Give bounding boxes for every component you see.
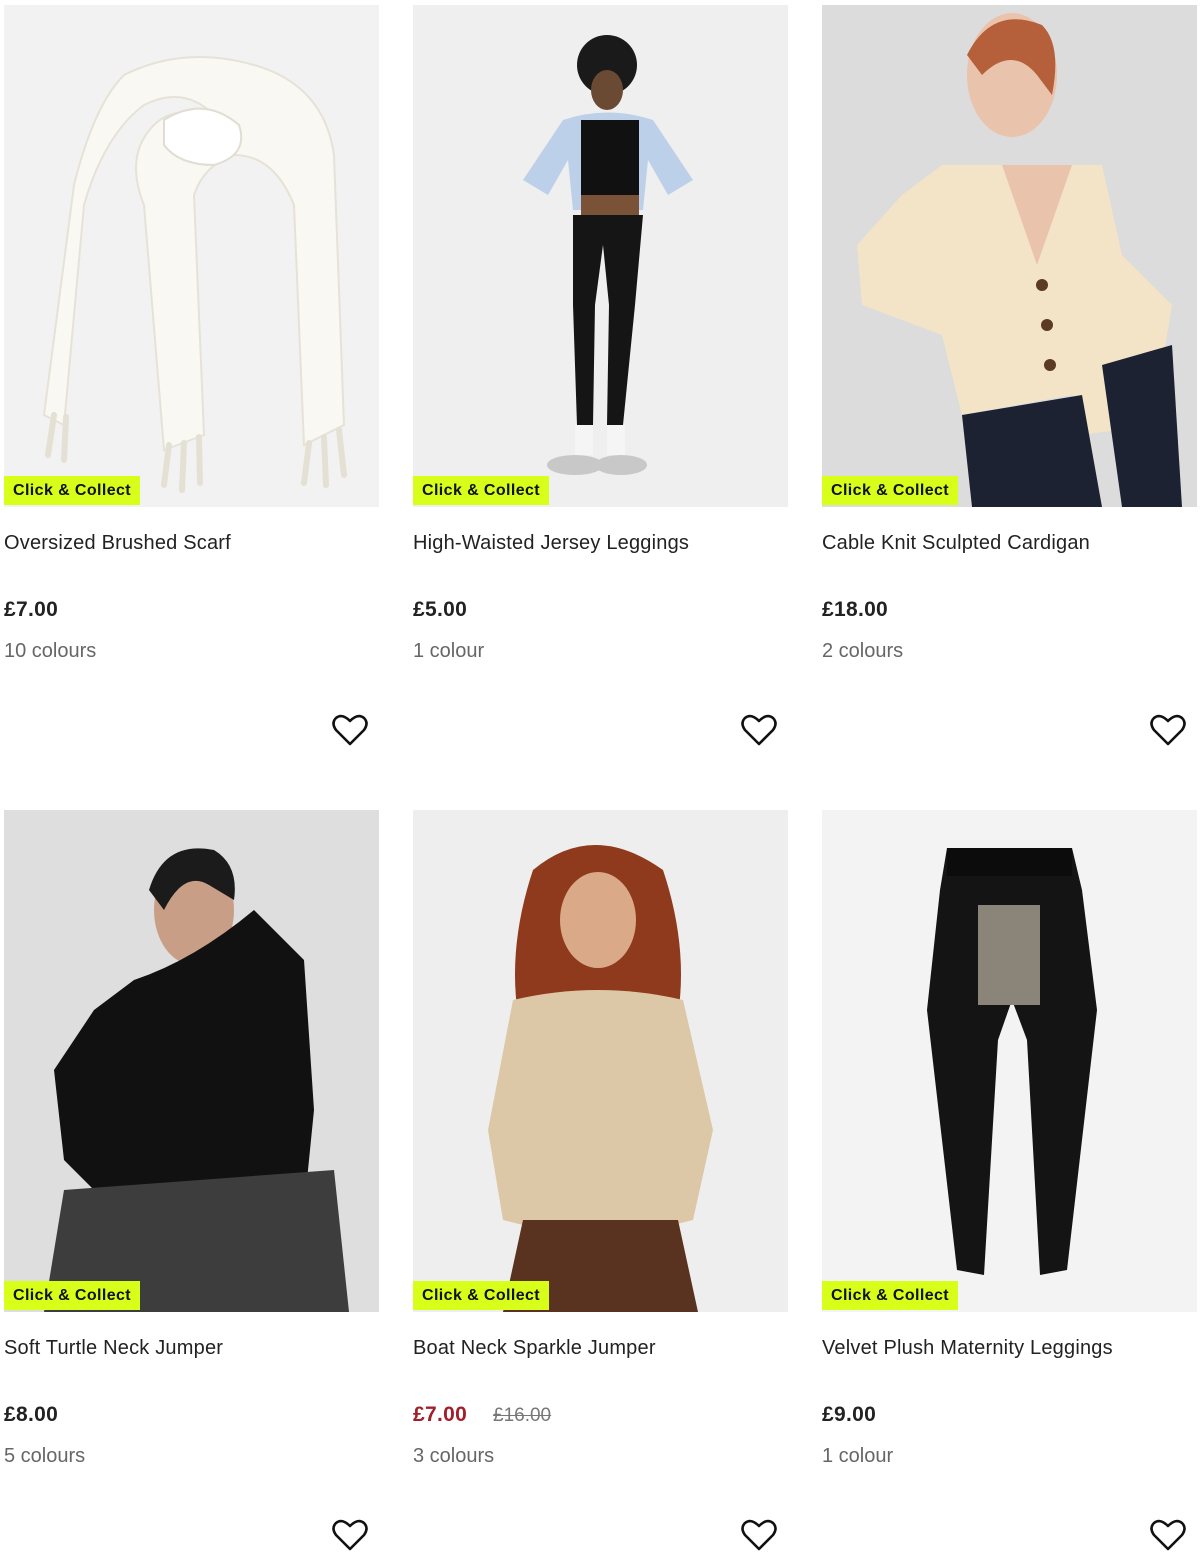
heart-icon — [332, 1519, 368, 1551]
product-price: £18.00 — [822, 598, 889, 621]
product-image[interactable]: Click & Collect — [4, 5, 379, 507]
colour-count[interactable]: 10 colours — [4, 640, 96, 663]
click-collect-badge: Click & Collect — [4, 476, 141, 505]
product-name[interactable]: Boat Neck Sparkle Jumper — [413, 1337, 656, 1360]
wishlist-button[interactable] — [1150, 713, 1186, 747]
colour-count[interactable]: 1 colour — [822, 1445, 893, 1468]
wishlist-button[interactable] — [1150, 1518, 1186, 1552]
original-price: £16.00 — [493, 1405, 552, 1426]
colour-count[interactable]: 5 colours — [4, 1445, 85, 1468]
product-name[interactable]: Velvet Plush Maternity Leggings — [822, 1337, 1113, 1360]
product-card[interactable]: Click & Collect Velvet Plush Maternity L… — [822, 810, 1197, 1551]
product-card[interactable]: Click & Collect Oversized Brushed Scarf … — [4, 5, 379, 746]
product-image[interactable]: Click & Collect — [822, 810, 1197, 1312]
wishlist-button[interactable] — [741, 1518, 777, 1552]
colour-count[interactable]: 3 colours — [413, 1445, 494, 1468]
black-leggings-model-image — [413, 5, 788, 507]
product-card[interactable]: Click & Collect Soft Turtle Neck Jumper … — [4, 810, 379, 1551]
black-maternity-leggings-image — [822, 810, 1197, 1312]
wishlist-button[interactable] — [332, 1518, 368, 1552]
product-image[interactable]: Click & Collect — [4, 810, 379, 1312]
black-turtleneck-model-image — [4, 810, 379, 1312]
click-collect-badge: Click & Collect — [4, 1281, 141, 1310]
click-collect-badge: Click & Collect — [413, 476, 550, 505]
cream-cardigan-model-image — [822, 5, 1197, 507]
product-name[interactable]: Cable Knit Sculpted Cardigan — [822, 532, 1090, 555]
wishlist-button[interactable] — [741, 713, 777, 747]
product-name[interactable]: Oversized Brushed Scarf — [4, 532, 231, 555]
product-card[interactable]: Click & Collect Cable Knit Sculpted Card… — [822, 5, 1197, 746]
click-collect-badge: Click & Collect — [822, 476, 959, 505]
wishlist-button[interactable] — [332, 713, 368, 747]
product-image[interactable]: Click & Collect — [413, 5, 788, 507]
product-price: £5.00 — [413, 598, 468, 621]
product-card[interactable]: Click & Collect High-Waisted Jersey Legg… — [413, 5, 788, 746]
product-price: £7.00 — [4, 598, 59, 621]
click-collect-badge: Click & Collect — [822, 1281, 959, 1310]
product-image[interactable]: Click & Collect — [413, 810, 788, 1312]
colour-count[interactable]: 2 colours — [822, 640, 903, 663]
heart-icon — [332, 714, 368, 746]
product-price: £9.00 — [822, 1403, 877, 1426]
heart-icon — [1150, 714, 1186, 746]
beige-jumper-model-image — [413, 810, 788, 1312]
cream-scarf-image — [4, 5, 379, 507]
product-grid: Click & Collect Oversized Brushed Scarf … — [0, 0, 1200, 1553]
product-card[interactable]: Click & Collect Boat Neck Sparkle Jumper… — [413, 810, 788, 1551]
heart-icon — [1150, 1519, 1186, 1551]
heart-icon — [741, 714, 777, 746]
heart-icon — [741, 1519, 777, 1551]
product-image[interactable]: Click & Collect — [822, 5, 1197, 507]
product-name[interactable]: Soft Turtle Neck Jumper — [4, 1337, 223, 1360]
colour-count[interactable]: 1 colour — [413, 640, 484, 663]
product-name[interactable]: High-Waisted Jersey Leggings — [413, 532, 689, 555]
product-price: £8.00 — [4, 1403, 59, 1426]
sale-price: £7.00 — [413, 1403, 468, 1426]
click-collect-badge: Click & Collect — [413, 1281, 550, 1310]
